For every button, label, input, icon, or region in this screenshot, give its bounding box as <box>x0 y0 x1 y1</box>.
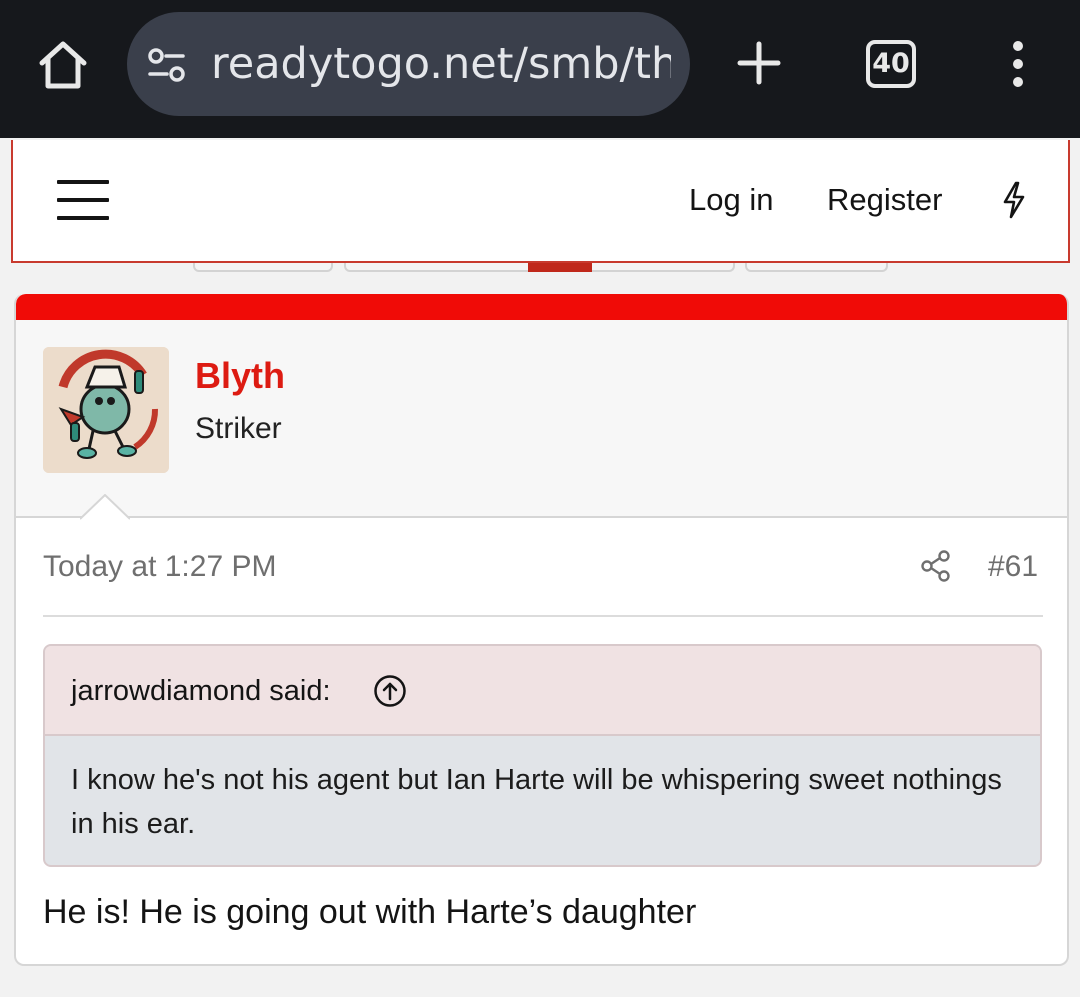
avatar[interactable] <box>43 347 169 473</box>
quote-author[interactable]: jarrowdiamond said: <box>71 672 331 710</box>
user-info: Blyth Striker <box>16 320 1067 518</box>
tab-count-icon[interactable]: 40 <box>866 40 916 88</box>
register-link[interactable]: Register <box>827 180 942 220</box>
post-divider <box>43 615 1043 617</box>
pagination-current-page <box>528 262 592 272</box>
share-icon[interactable] <box>920 550 952 582</box>
post-body: He is! He is going out with Harte’s daug… <box>43 893 697 931</box>
lightning-bolt-icon[interactable] <box>999 180 1029 220</box>
browser-toolbar: readytogo.net/smb/thre 40 <box>0 0 1080 138</box>
post-date[interactable]: Today at 1:27 PM <box>43 548 276 586</box>
post-accent-bar <box>16 294 1067 320</box>
site-header: Log in Register <box>11 140 1070 263</box>
plus-icon[interactable] <box>734 38 784 88</box>
post-number-link[interactable]: #61 <box>988 548 1038 586</box>
address-bar[interactable]: readytogo.net/smb/thre <box>127 12 690 116</box>
arrow-up-circle-icon[interactable] <box>373 674 407 708</box>
url-text[interactable]: readytogo.net/smb/thre <box>211 38 671 90</box>
login-link[interactable]: Log in <box>689 180 773 220</box>
post-card: Blyth Striker Today at 1:27 PM #61 jarro… <box>14 294 1069 966</box>
more-vertical-icon[interactable] <box>1005 40 1031 88</box>
post-author-name[interactable]: Blyth <box>195 354 285 398</box>
home-icon[interactable] <box>34 36 92 94</box>
quote-text: I know he's not his agent but Ian Harte … <box>71 764 1002 840</box>
site-info-icon[interactable] <box>147 48 187 82</box>
user-block-pointer <box>79 493 131 520</box>
quote-header: jarrowdiamond said: <box>45 646 1040 736</box>
quote-block: jarrowdiamond said: I know he's not his … <box>43 644 1042 867</box>
hamburger-menu-icon[interactable] <box>57 180 109 222</box>
post-author-title: Striker <box>195 412 282 445</box>
